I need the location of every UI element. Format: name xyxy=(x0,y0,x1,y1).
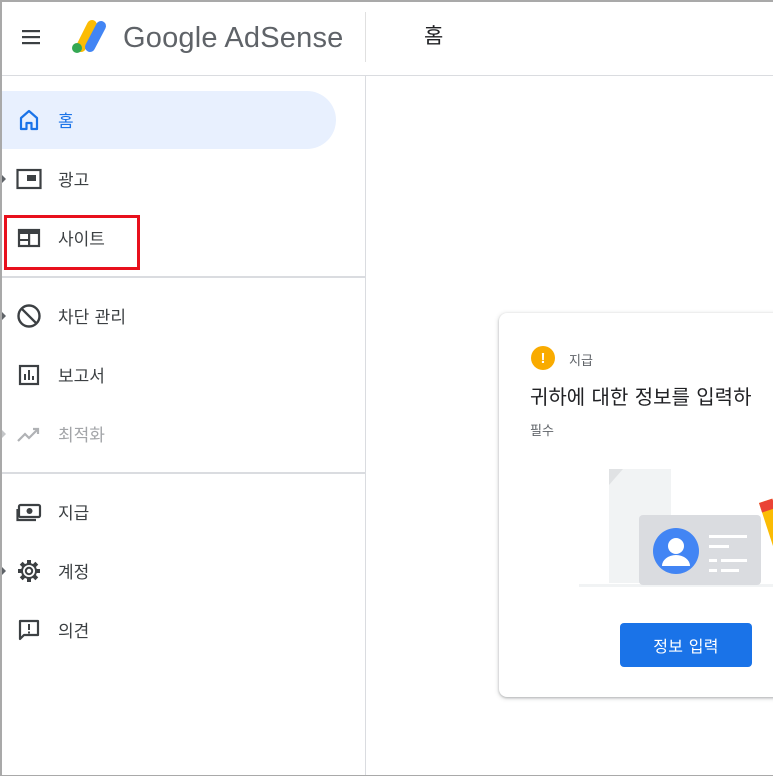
sidebar-nav: 홈 광고 사이트 차단 관리 보고서 최적화 지급 계정 의견 xyxy=(0,76,366,776)
expand-caret-icon xyxy=(2,430,6,438)
id-card-illustration xyxy=(579,469,773,587)
sidebar-divider xyxy=(0,276,365,278)
sidebar-item-label: 홈 xyxy=(58,112,74,132)
page-title: 홈 xyxy=(424,24,444,48)
sidebar-item-optimization[interactable]: 최적화 xyxy=(0,405,336,463)
sidebar-item-feedback[interactable]: 의견 xyxy=(0,601,336,659)
home-icon xyxy=(16,107,42,133)
block-icon xyxy=(16,303,42,329)
sites-icon xyxy=(16,225,42,251)
settings-gear-icon xyxy=(16,558,42,584)
enter-info-button[interactable]: 정보 입력 xyxy=(620,623,752,667)
ads-icon xyxy=(16,166,42,192)
top-app-bar: Google AdSense 홈 xyxy=(0,0,773,76)
optimization-icon xyxy=(16,421,42,447)
sidebar-item-label: 지급 xyxy=(58,504,90,524)
feedback-icon xyxy=(16,617,42,643)
main-menu-button[interactable] xyxy=(10,16,52,58)
expand-caret-icon xyxy=(2,175,6,183)
sidebar-item-blocking-controls[interactable]: 차단 관리 xyxy=(0,287,336,345)
card-category: 지급 xyxy=(569,354,593,369)
sidebar-item-payments[interactable]: 지급 xyxy=(0,483,336,541)
sidebar-item-label: 차단 관리 xyxy=(58,308,126,328)
sidebar-item-label: 사이트 xyxy=(58,230,105,250)
sidebar-item-home[interactable]: 홈 xyxy=(0,91,336,149)
header-divider xyxy=(365,12,366,62)
expand-caret-icon xyxy=(2,567,6,575)
sidebar-item-account[interactable]: 계정 xyxy=(0,542,336,600)
sidebar-item-reports[interactable]: 보고서 xyxy=(0,346,336,404)
reports-icon xyxy=(16,362,42,388)
sidebar-item-label: 보고서 xyxy=(58,367,105,387)
hamburger-menu-icon xyxy=(22,30,40,45)
sidebar-item-ads[interactable]: 광고 xyxy=(0,150,336,208)
adsense-logo-icon[interactable] xyxy=(68,17,110,55)
card-required-label: 필수 xyxy=(530,424,554,439)
sidebar-item-label: 계정 xyxy=(58,563,90,583)
sidebar-item-label: 최적화 xyxy=(58,426,105,446)
card-title: 귀하에 대한 정보를 입력하 xyxy=(530,385,752,409)
sidebar-item-sites[interactable]: 사이트 xyxy=(0,209,336,267)
brand-name[interactable]: Google AdSense xyxy=(123,20,343,56)
payment-info-card: ! 지급 귀하에 대한 정보를 입력하 필수 정보 입력 xyxy=(499,313,773,697)
warning-icon: ! xyxy=(531,346,555,370)
sidebar-item-label: 광고 xyxy=(58,171,90,191)
sidebar-item-label: 의견 xyxy=(58,622,90,642)
expand-caret-icon xyxy=(2,312,6,320)
sidebar-divider xyxy=(0,472,365,474)
payments-icon xyxy=(16,499,42,525)
